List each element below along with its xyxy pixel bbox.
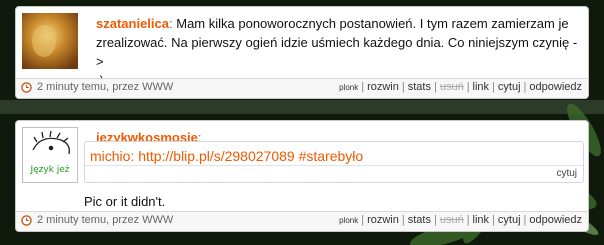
avatar-caption: Język jeż [29, 165, 69, 175]
reply-button[interactable]: odpowiedz [529, 214, 582, 226]
avatar[interactable]: Język jeż [22, 127, 78, 183]
post-meta-bar: 2 minuty temu, przez WWW plonk | rozwin | st… [16, 211, 588, 231]
status-post: szatanielica: Mam kilka ponoworocznych p… [15, 6, 589, 99]
quote-button[interactable]: cytuj [498, 81, 521, 93]
stats-button[interactable]: stats [408, 81, 431, 93]
stats-button[interactable]: stats [408, 214, 431, 226]
avatar[interactable] [22, 13, 78, 69]
quote-meta-bar: cytuj [85, 165, 583, 182]
link-button[interactable]: link [473, 81, 490, 93]
expand-button[interactable]: rozwin [367, 214, 399, 226]
delete-button: usuń [439, 81, 464, 93]
post-actions: plonk | rozwin | stats | usuń | link | cytuj | odpow… [339, 81, 582, 93]
author-colon: : [169, 16, 173, 31]
quoted-post: michio: http://blip.pl/s/298027089 #star… [84, 141, 584, 183]
quote-button[interactable]: cytuj [498, 214, 521, 226]
quoted-text-link[interactable]: michio: http://blip.pl/s/298027089 #star… [90, 148, 363, 164]
quote-reply-button[interactable]: cytuj [556, 168, 577, 179]
post-timestamp[interactable]: 2 minuty temu, przez WWW [37, 81, 173, 93]
clock-icon [21, 82, 32, 93]
delete-button: usuń [439, 214, 464, 226]
post-actions: plonk | rozwin | stats | usuń | link | cytuj | odpow… [339, 214, 582, 226]
plonk-button[interactable]: plonk [339, 83, 358, 92]
post-text: Pic or it didn't. [84, 194, 166, 209]
reply-button[interactable]: odpowiedz [529, 81, 582, 93]
post-meta-bar: 2 minuty temu, przez WWW plonk | rozwin | st… [16, 78, 588, 98]
plonk-button[interactable]: plonk [339, 216, 358, 225]
clock-icon [21, 215, 32, 226]
expand-button[interactable]: rozwin [367, 81, 399, 93]
status-post: Język jeż jezykwkosmosie: michio: http:/… [15, 120, 589, 232]
author-link[interactable]: szatanielica [96, 16, 169, 31]
link-button[interactable]: link [473, 214, 490, 226]
post-text-line-2: zrealizować. Na pierwszy ogień idzie uśm… [96, 35, 578, 69]
post-text-line-1: Mam kilka ponoworocznych postanowień. I … [176, 16, 569, 31]
post-timestamp[interactable]: 2 minuty temu, przez WWW [37, 214, 173, 226]
